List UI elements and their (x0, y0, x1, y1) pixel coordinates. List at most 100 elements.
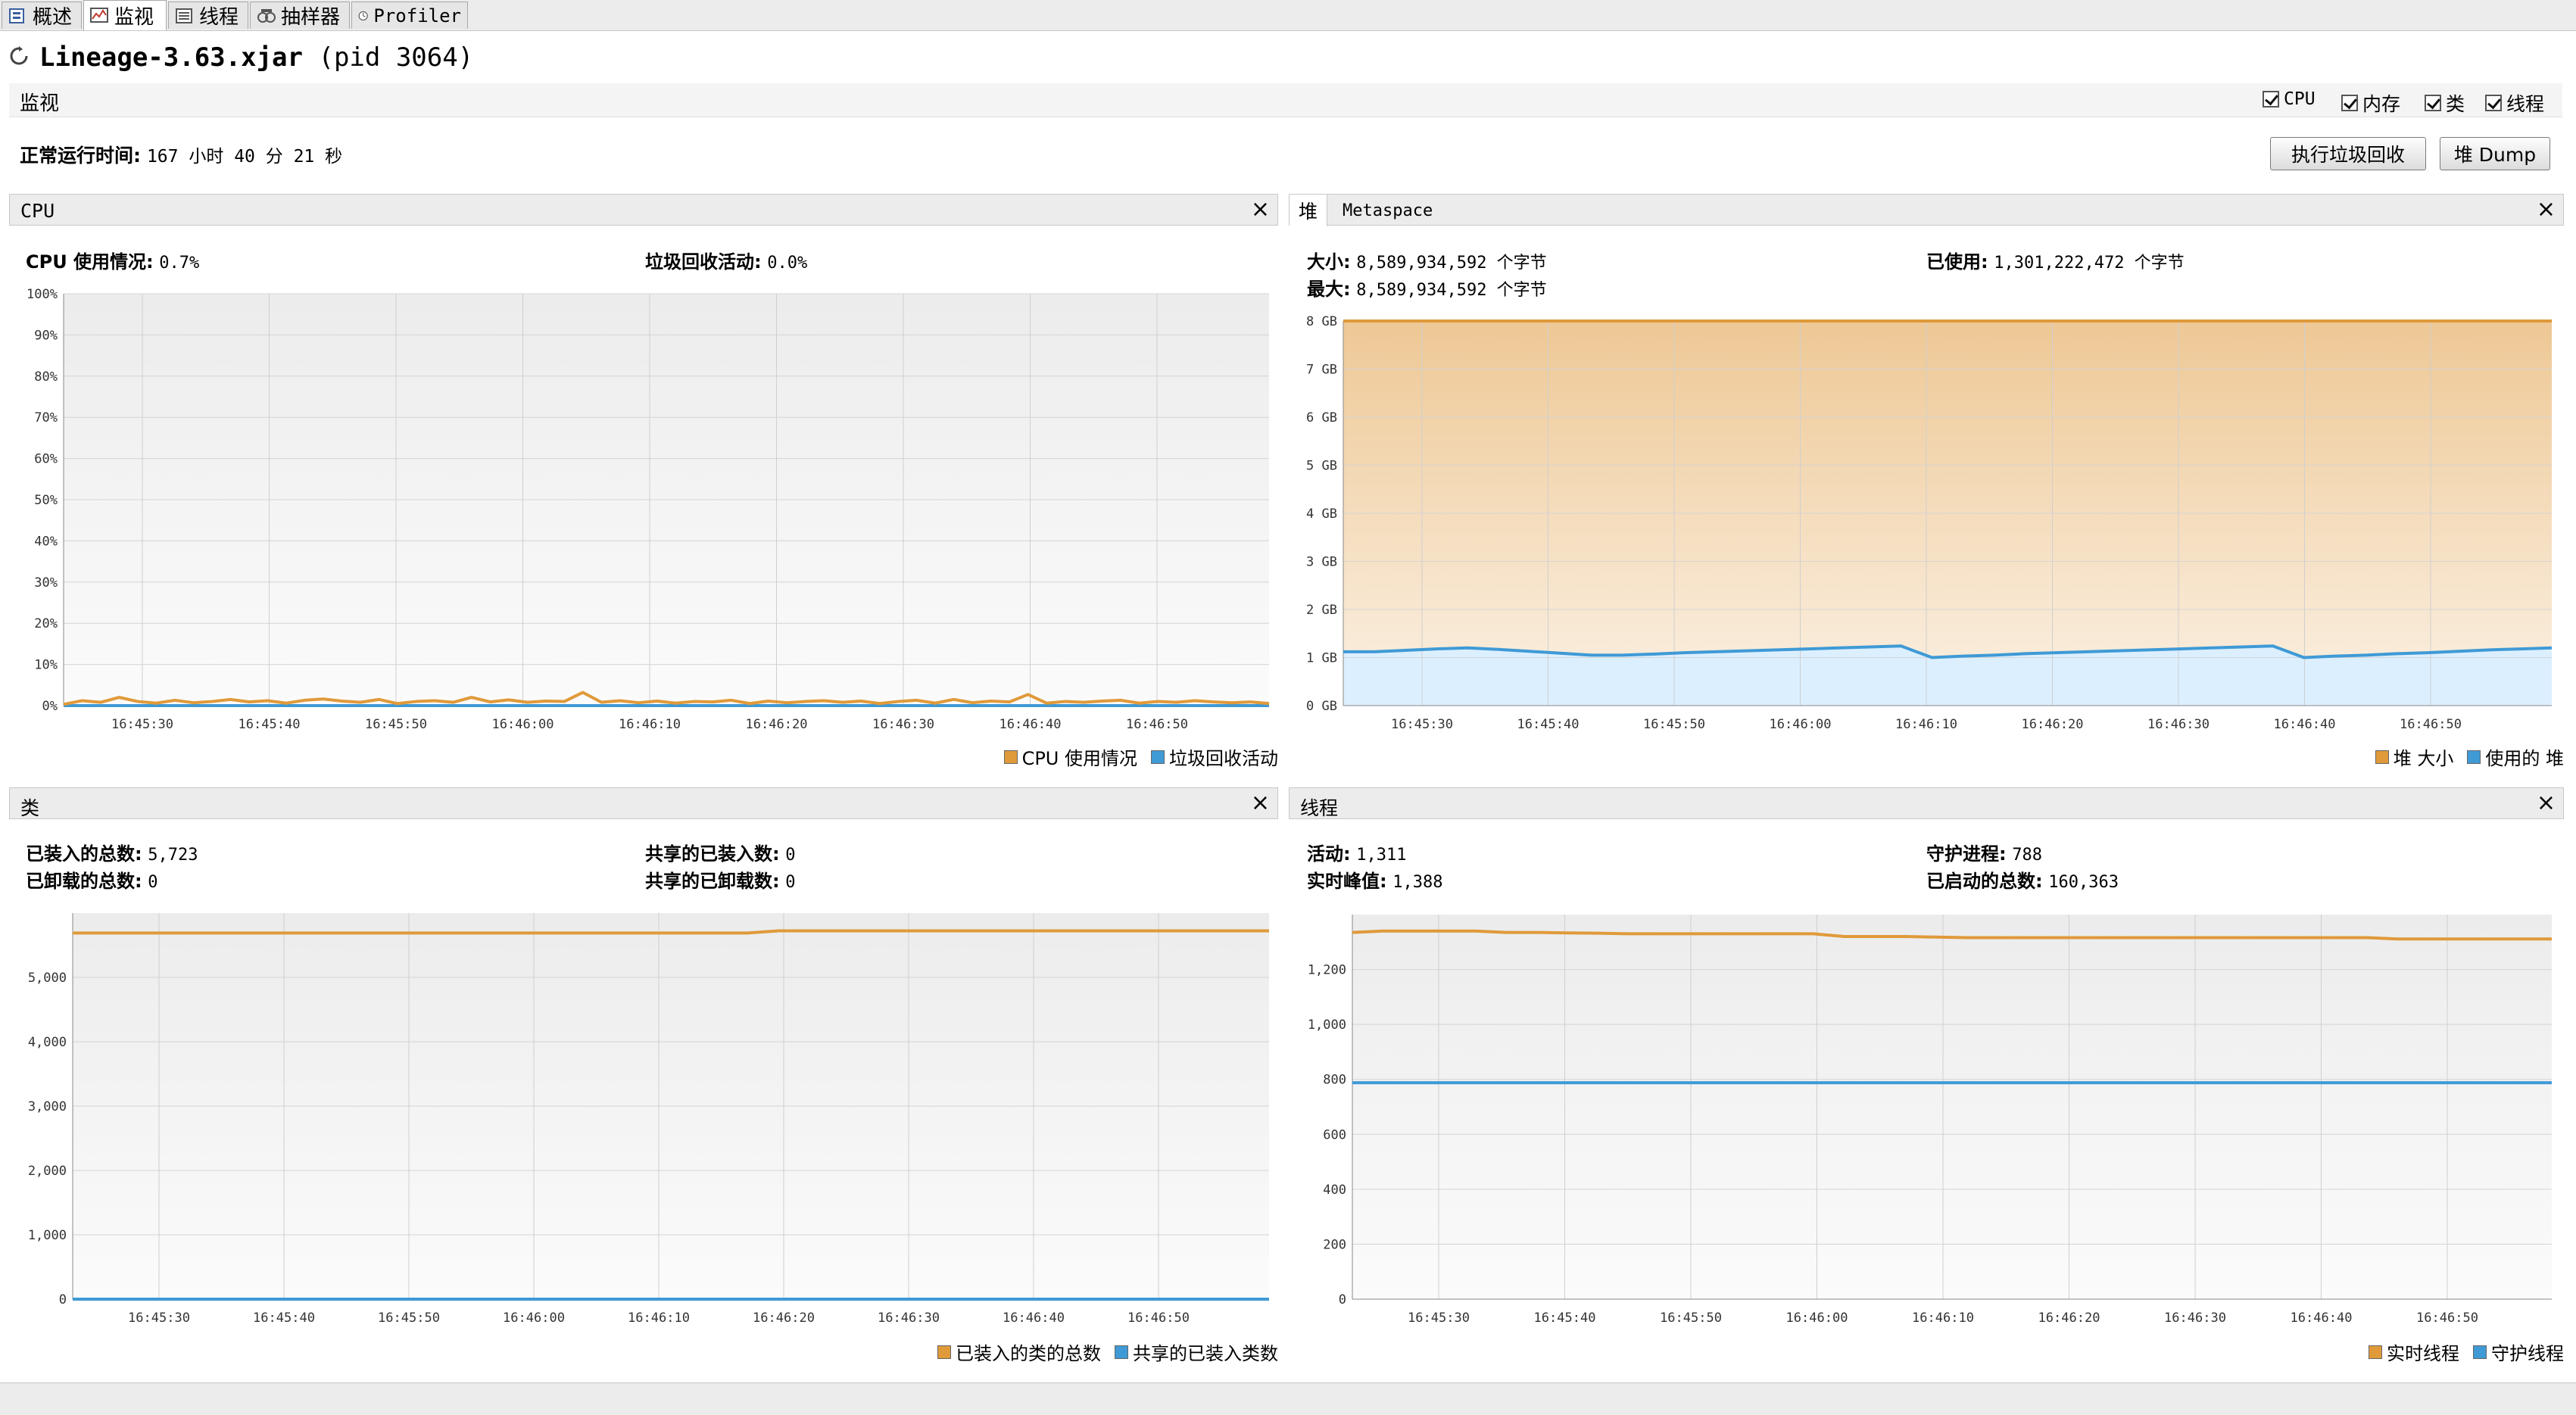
stat-label: 垃圾回收活动: (645, 251, 762, 273)
panel-header: 类 × (9, 787, 1278, 819)
panel-title: CPU (20, 200, 55, 222)
loaded-classes-stat: 已装入的总数: 5,723 (26, 839, 198, 865)
stat-label: 已装入的总数: (26, 843, 142, 865)
classes-chart: 0 1,000 2,000 3,000 4,000 5,000 16:45:30 16:45:… (28, 913, 1269, 1326)
x-tick-label: 16:45:50 (378, 1311, 440, 1326)
tab-threads[interactable]: 线程 (168, 2, 248, 29)
tab-label: 抽样器 (281, 6, 341, 29)
daemon-threads-stat: 守护进程: 788 (1926, 839, 2042, 865)
toggle-classes[interactable]: 类 (2425, 89, 2465, 117)
y-tick-label: 80% (34, 369, 58, 385)
heap-used-stat: 已使用: 1,301,222,472 个字节 (1926, 247, 2185, 273)
y-tick-label: 20% (34, 616, 58, 631)
x-tick-label: 16:46:20 (746, 717, 808, 732)
legend-swatch-orange (2375, 750, 2389, 764)
y-tick-label: 1 GB (1306, 651, 1337, 666)
chart-legend: 已装入的类的总数 共享的已装入类数 (924, 1339, 1278, 1365)
stat-label: 实时峰值: (1307, 871, 1387, 892)
stat-label: 共享的已装入数: (645, 843, 780, 865)
toggle-label: 线程 (2506, 93, 2545, 115)
x-tick-label: 16:46:30 (872, 717, 934, 732)
subtab-metaspace[interactable]: Metaspace (1333, 195, 1442, 226)
toggle-cpu[interactable]: CPU (2263, 89, 2316, 109)
profiler-clock-icon (358, 11, 368, 20)
tab-profiler[interactable]: Profiler (351, 2, 468, 29)
panel-header: CPU × (9, 194, 1278, 226)
y-tick-label: 5 GB (1306, 459, 1337, 474)
x-tick-label: 16:46:20 (2038, 1311, 2100, 1326)
x-tick-label: 16:46:50 (1127, 1311, 1190, 1326)
y-tick-label: 3,000 (28, 1099, 67, 1114)
legend-label: 守护线程 (2491, 1343, 2564, 1364)
toggle-memory[interactable]: 内存 (2341, 89, 2400, 117)
toggle-label: 内存 (2362, 93, 2401, 115)
shared-unloaded-stat: 共享的已卸载数: 0 (645, 866, 796, 893)
shared-loaded-stat: 共享的已装入数: 0 (645, 839, 796, 865)
subtab-heap[interactable]: 堆 (1290, 195, 1328, 226)
legend-swatch-blue (1151, 750, 1165, 764)
panel-title: 类 (20, 797, 40, 819)
x-tick-label: 16:45:50 (1643, 717, 1705, 732)
x-tick-label: 16:45:40 (1534, 1311, 1596, 1326)
panel-title: 线程 (1300, 797, 1339, 819)
heap-dump-button[interactable]: 堆 Dump (2440, 137, 2550, 170)
y-tick-label: 1,000 (28, 1228, 67, 1243)
y-tick-label: 60% (34, 452, 58, 467)
x-tick-label: 16:46:20 (753, 1311, 815, 1326)
y-tick-label: 40% (34, 534, 58, 549)
legend-label: 垃圾回收活动 (1169, 748, 1278, 769)
x-tick-label: 16:45:40 (1517, 717, 1580, 732)
cpu-usage-stat: CPU 使用情况: 0.7% (26, 247, 199, 273)
y-tick-label: 70% (34, 410, 58, 425)
x-tick-label: 16:46:30 (2147, 717, 2210, 732)
x-tick-label: 16:45:40 (253, 1311, 315, 1326)
y-tick-label: 0 GB (1306, 699, 1337, 714)
y-tick-label: 4 GB (1306, 506, 1337, 522)
legend-label: 共享的已装入类数 (1133, 1343, 1278, 1364)
y-tick-label: 6 GB (1306, 410, 1337, 425)
tab-overview[interactable]: 概述 (2, 2, 82, 29)
stat-value: 1,311 (1356, 846, 1407, 865)
heap-size-stat: 大小: 8,589,934,592 个字节 (1307, 247, 1547, 273)
x-tick-label: 16:46:00 (503, 1311, 565, 1326)
heap-panel: 堆 Metaspace × 大小: 8,589,934,592 个字节 最大: … (1289, 194, 2564, 781)
panel-header: 线程 × (1289, 787, 2564, 819)
stat-label: 活动: (1307, 843, 1351, 865)
close-icon[interactable]: × (2537, 196, 2556, 223)
stat-value: 0.7% (159, 254, 200, 273)
uptime-value: 167 小时 40 分 21 秒 (146, 147, 343, 167)
legend-swatch-orange (2369, 1345, 2382, 1359)
checkbox-checked-icon (2341, 95, 2358, 111)
tab-monitor[interactable]: 监视 (83, 0, 167, 30)
legend-swatch-orange (937, 1345, 951, 1359)
perform-gc-button[interactable]: 执行垃圾回收 (2270, 137, 2426, 170)
y-tick-label: 800 (1323, 1073, 1346, 1088)
chart-legend: CPU 使用情况 垃圾回收活动 (990, 743, 1278, 770)
y-tick-label: 2,000 (28, 1164, 67, 1179)
cpu-chart: 0% 10% 20% 30% 40% 50% 60% 70% 80% 90% 100% 16:45:3… (27, 287, 1270, 732)
x-tick-label: 16:46:30 (878, 1311, 940, 1326)
close-icon[interactable]: × (2537, 790, 2556, 817)
x-tick-label: 16:46:10 (1895, 717, 1957, 732)
toggle-label: 类 (2446, 93, 2465, 115)
tab-label: 线程 (199, 6, 239, 29)
y-tick-label: 0 (1339, 1292, 1346, 1307)
legend-swatch-blue (2467, 750, 2481, 764)
close-icon[interactable]: × (1251, 196, 1270, 223)
y-tick-label: 0 (59, 1292, 67, 1307)
x-tick-label: 16:45:30 (1391, 717, 1453, 732)
tab-bar: 概述 监视 线程 抽样器 Profiler (0, 0, 2576, 31)
stat-label: 已卸载的总数: (26, 871, 142, 892)
chart-legend: 实时线程 守护线程 (2355, 1339, 2564, 1365)
stat-value: 0 (785, 846, 796, 865)
y-tick-label: 90% (34, 328, 58, 343)
x-tick-label: 16:46:00 (1770, 717, 1832, 732)
y-tick-label: 1,000 (1308, 1018, 1346, 1033)
tab-sampler[interactable]: 抽样器 (250, 2, 350, 29)
close-icon[interactable]: × (1251, 790, 1270, 817)
x-tick-label: 16:46:10 (628, 1311, 690, 1326)
legend-label: 已装入的类的总数 (956, 1343, 1101, 1364)
toggle-threads[interactable]: 线程 (2485, 89, 2544, 117)
stat-value: 8,589,934,592 个字节 (1356, 254, 1547, 273)
x-tick-label: 16:45:50 (365, 717, 427, 732)
